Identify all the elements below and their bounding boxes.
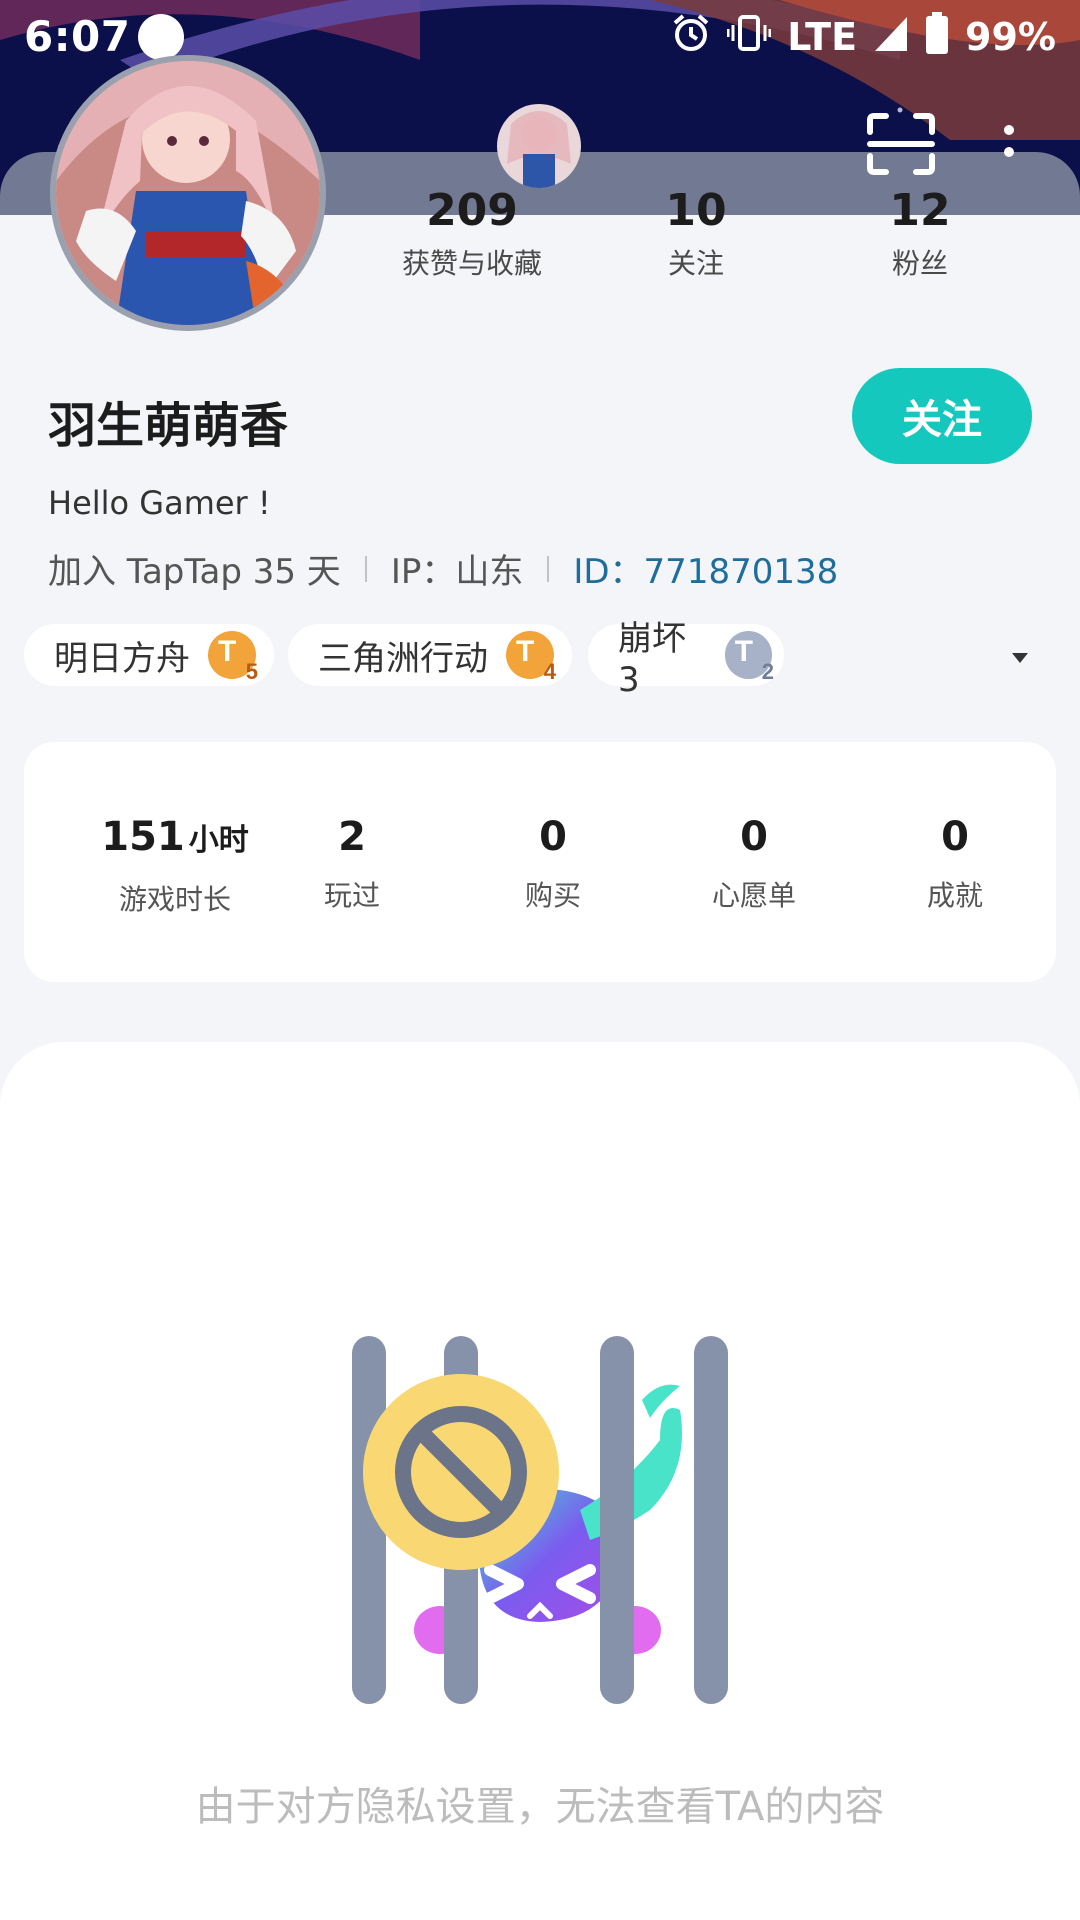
game-stat-purchased[interactable]: 0 购买	[453, 814, 653, 914]
stat-followers[interactable]: 12 粉丝	[840, 186, 1000, 282]
game-tag-name: 崩坏3	[618, 618, 686, 700]
achievements-label: 成就	[926, 879, 983, 912]
level-badge-icon: T5	[208, 631, 258, 684]
purchased-value: 0	[539, 814, 567, 860]
more-vertical-icon	[1004, 125, 1014, 157]
status-time: 6:07	[24, 12, 131, 61]
level-badge-icon: T4	[506, 631, 556, 684]
expand-tags-button[interactable]	[1008, 650, 1032, 666]
scan-button[interactable]	[866, 112, 936, 176]
ip-location: IP：山东	[390, 552, 524, 592]
stat-followers-value: 12	[889, 185, 951, 236]
level-badge-number: 4	[543, 659, 556, 684]
stat-likes[interactable]: 209 获赞与收藏	[380, 186, 564, 282]
game-tag[interactable]: 明日方舟 T5	[24, 624, 274, 686]
wishlist-value: 0	[740, 814, 768, 860]
stat-likes-value: 209	[426, 185, 518, 236]
username: 羽生萌萌香	[48, 398, 289, 454]
avatar[interactable]	[50, 55, 326, 331]
achievements-value: 0	[941, 814, 969, 860]
played-label: 玩过	[323, 879, 380, 912]
game-tag[interactable]: 三角洲行动 T4	[288, 624, 572, 686]
divider	[547, 555, 550, 582]
stat-following[interactable]: 10 关注	[616, 186, 776, 282]
status-icons: LTE 99%	[671, 11, 1056, 63]
game-stat-achievements[interactable]: 0 成就	[855, 814, 1055, 914]
game-stat-wishlist[interactable]: 0 心愿单	[654, 814, 854, 914]
level-badge-number: 2	[761, 659, 774, 684]
playtime-value: 151	[101, 814, 185, 860]
battery-level: 99%	[965, 15, 1056, 59]
alarm-icon	[671, 13, 711, 62]
game-stat-playtime[interactable]: 151 小时 游戏时长	[75, 814, 275, 918]
wishlist-label: 心愿单	[711, 879, 796, 912]
playtime-unit: 小时	[188, 823, 249, 858]
game-tag[interactable]: 崩坏3 T2	[588, 619, 784, 700]
profile-meta: 加入 TapTap 35 天 IP：山东 ID：771870138	[48, 544, 838, 593]
stat-following-value: 10	[665, 185, 727, 236]
stat-likes-label: 获赞与收藏	[401, 247, 542, 280]
level-badge-icon: T2	[724, 631, 774, 684]
scan-icon	[867, 113, 935, 175]
game-stat-played[interactable]: 2 玩过	[252, 814, 452, 914]
more-button[interactable]	[994, 120, 1024, 170]
vibrate-icon	[726, 13, 772, 62]
follow-button[interactable]: 关注	[852, 368, 1032, 464]
mini-avatar	[497, 104, 581, 188]
privacy-message: 由于对方隐私设置，无法查看TA的内容	[195, 1784, 885, 1830]
game-stats-card: 151 小时 游戏时长 2 玩过 0 购买 0 心愿单 0 成就	[24, 742, 1056, 982]
purchased-label: 购买	[524, 879, 581, 912]
bio: Hello Gamer !	[48, 484, 271, 522]
stat-followers-label: 粉丝	[891, 247, 948, 280]
user-id[interactable]: ID：771870138	[573, 544, 838, 593]
privacy-blocked-illustration	[330, 1300, 750, 1724]
game-tag-name: 三角洲行动	[318, 638, 488, 679]
battery-icon	[925, 11, 949, 63]
stat-following-label: 关注	[667, 247, 724, 280]
joined-days: 加入 TapTap 35 天	[48, 552, 341, 592]
divider	[364, 555, 367, 582]
game-tag-name: 明日方舟	[54, 638, 190, 679]
playtime-label: 游戏时长	[118, 883, 231, 916]
caret-down-icon	[1012, 653, 1028, 663]
avatar-image	[56, 61, 320, 325]
network-type: LTE	[787, 15, 858, 59]
played-value: 2	[338, 814, 366, 860]
level-badge-number: 5	[245, 659, 258, 684]
notification-dot-icon	[138, 14, 184, 60]
signal-icon	[873, 13, 909, 62]
